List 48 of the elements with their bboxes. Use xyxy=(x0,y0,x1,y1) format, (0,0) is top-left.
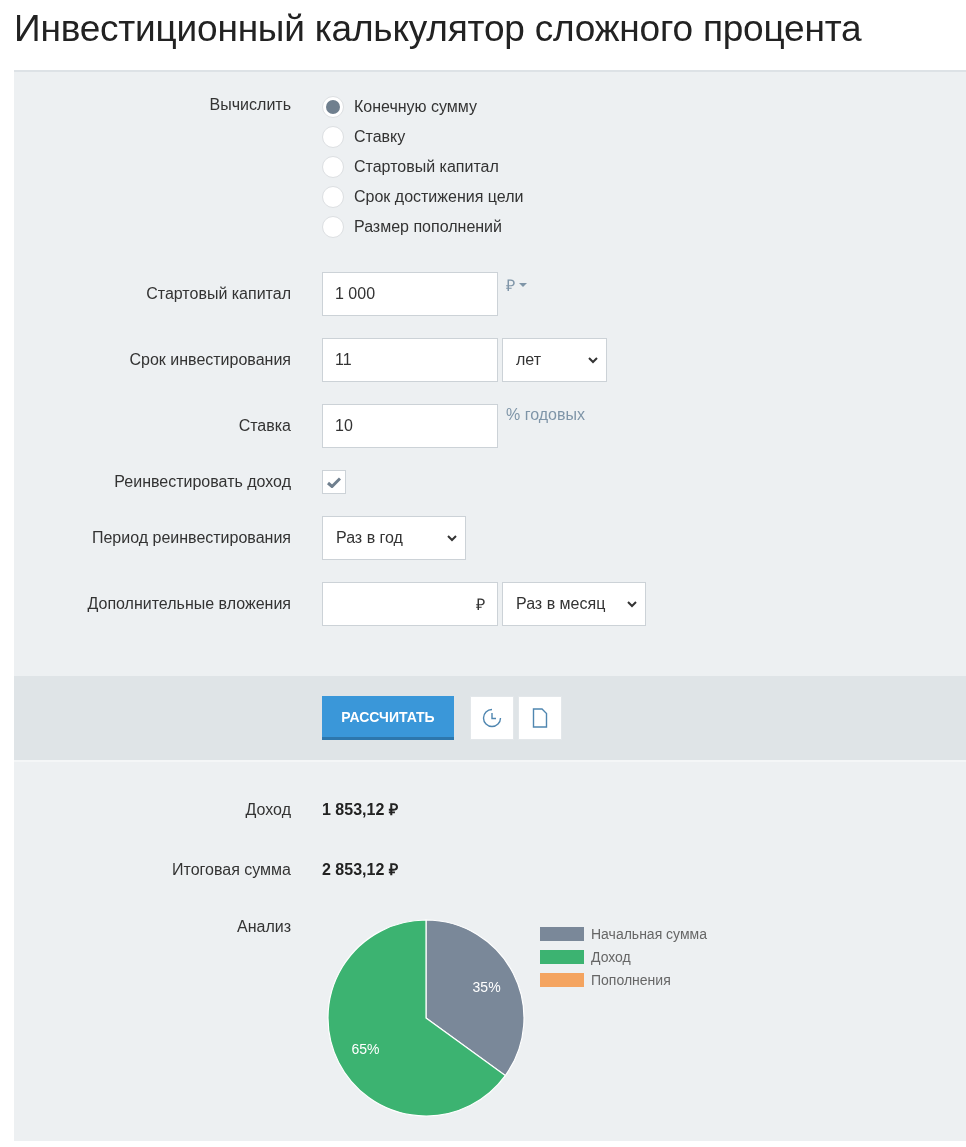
field-label: Стартовый капитал xyxy=(145,285,291,303)
result-label: Итоговая сумма xyxy=(171,861,291,879)
checkbox[interactable] xyxy=(322,470,346,494)
radio-button[interactable] xyxy=(322,126,344,148)
radio-button[interactable] xyxy=(322,186,344,208)
history-button[interactable] xyxy=(470,696,514,740)
radio-button[interactable] xyxy=(322,156,344,178)
dropdown[interactable]: лет xyxy=(502,338,607,382)
radio-option[interactable]: Конечную сумму xyxy=(322,96,966,118)
checkmark-icon xyxy=(327,476,341,488)
legend-label: Пополнения xyxy=(591,972,671,988)
field-label: Реинвестировать доход xyxy=(113,473,291,491)
radio-button[interactable] xyxy=(322,216,344,238)
slice-label: 65% xyxy=(351,1040,380,1057)
document-icon xyxy=(532,708,548,728)
radio-option[interactable]: Срок достижения цели xyxy=(322,186,966,208)
field-label: Дополнительные вложения xyxy=(86,595,291,613)
radio-option[interactable]: Ставку xyxy=(322,126,966,148)
legend-swatch xyxy=(540,927,584,941)
result-label: Доход xyxy=(244,801,291,819)
radio-button[interactable] xyxy=(322,96,344,118)
legend-label: Начальная сумма xyxy=(591,926,707,942)
page-title: Инвестиционный калькулятор сложного процента xyxy=(14,8,863,50)
legend-label: Доход xyxy=(591,949,631,965)
result-value: 2 853,12 ₽ xyxy=(322,860,399,880)
field-label: Вычислить xyxy=(208,96,291,114)
dropdown[interactable]: Раз в месяц xyxy=(502,582,646,626)
result-value: 1 853,12 ₽ xyxy=(322,800,399,820)
chevron-down-icon xyxy=(627,600,637,608)
document-button[interactable] xyxy=(518,696,562,740)
slice-label: 35% xyxy=(472,979,501,996)
input-field[interactable]: 11 xyxy=(322,338,498,382)
input-field[interactable]: 1 000 xyxy=(322,272,498,316)
input-field[interactable]: ₽ xyxy=(322,582,498,626)
unit-label: % годовых xyxy=(505,405,585,424)
radio-option[interactable]: Размер пополнений xyxy=(322,216,966,238)
legend-swatch xyxy=(540,973,584,987)
chevron-down-icon xyxy=(588,356,598,364)
radio-option[interactable]: Стартовый капитал xyxy=(322,156,966,178)
legend-swatch xyxy=(540,950,584,964)
input-field[interactable]: 10 xyxy=(322,404,498,448)
field-label: Ставка xyxy=(237,417,291,435)
chevron-down-icon xyxy=(447,534,457,542)
dropdown[interactable]: Раз в год xyxy=(322,516,466,560)
clock-icon xyxy=(482,708,502,728)
result-label: Анализ xyxy=(236,918,291,936)
field-label: Срок инвестирования xyxy=(128,351,291,369)
field-label: Период реинвестирования xyxy=(90,529,291,547)
